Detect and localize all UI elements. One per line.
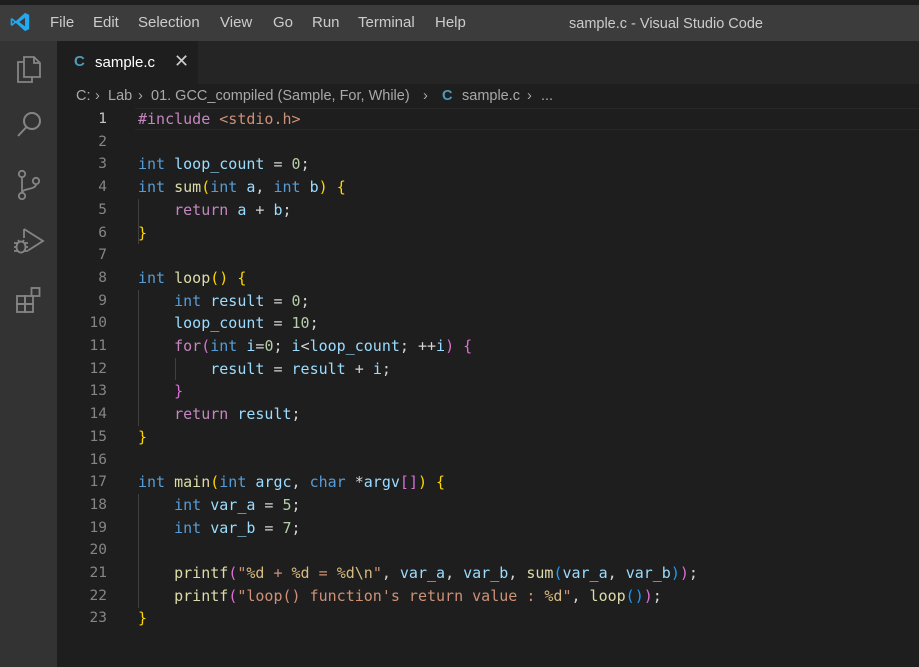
code-line[interactable]: loop_count = 10;	[138, 312, 319, 335]
code-line[interactable]: }	[138, 607, 147, 630]
line-number: 9	[98, 292, 107, 309]
breadcrumb-separator: ›	[138, 88, 143, 104]
line-number: 19	[89, 519, 107, 536]
source-control-icon[interactable]	[0, 160, 57, 210]
menu-help[interactable]: Help	[435, 14, 466, 32]
breadcrumb-drive[interactable]: C:	[76, 84, 91, 108]
indent-guide	[175, 358, 176, 380]
code-line[interactable]: #include <stdio.h>	[138, 108, 301, 131]
code-line[interactable]: return result;	[138, 403, 300, 426]
extensions-icon[interactable]	[0, 275, 57, 325]
window-title: sample.c - Visual Studio Code	[569, 16, 763, 32]
line-number: 1	[98, 111, 107, 127]
line-number: 17	[89, 474, 107, 491]
breadcrumb-separator: ›	[423, 88, 428, 104]
line-number: 3	[98, 156, 107, 173]
line-number: 7	[98, 247, 107, 264]
explorer-icon[interactable]	[0, 44, 57, 94]
breadcrumb: C: › Lab › 01. GCC_compiled (Sample, For…	[57, 84, 919, 108]
breadcrumb-file[interactable]: sample.c	[462, 84, 520, 108]
code-line[interactable]: }	[138, 380, 183, 403]
code-line[interactable]: return a + b;	[138, 199, 291, 222]
code-line[interactable]: int var_b = 7;	[138, 517, 300, 540]
line-number: 22	[89, 587, 107, 604]
code-line[interactable]: int main(int argc, char *argv[]) {	[138, 471, 445, 494]
tab-label: sample.c	[95, 54, 156, 71]
code-line[interactable]: }	[138, 222, 147, 245]
activity-bar	[0, 41, 57, 667]
line-number: 21	[89, 565, 107, 581]
line-number: 4	[98, 179, 107, 196]
indent-guide	[138, 290, 139, 426]
code-line[interactable]: int var_a = 5;	[138, 494, 300, 517]
breadcrumb-lab[interactable]: Lab	[108, 84, 132, 108]
menu-go[interactable]: Go	[273, 14, 293, 32]
menu-file[interactable]: File	[50, 14, 74, 32]
line-number: 12	[89, 360, 107, 377]
title-bar: File Edit Selection View Go Run Terminal…	[0, 0, 919, 41]
line-number: 13	[89, 383, 107, 400]
breadcrumb-separator: ›	[527, 88, 532, 104]
code-line[interactable]: int sum(int a, int b) {	[138, 176, 346, 199]
run-debug-icon[interactable]	[0, 216, 57, 266]
c-file-icon: C	[442, 88, 453, 104]
close-icon[interactable]: ✕	[174, 52, 189, 70]
code-line[interactable]: int loop() {	[138, 267, 246, 290]
indent-guide	[138, 199, 139, 244]
line-number: 15	[89, 428, 107, 445]
breadcrumb-more[interactable]: ...	[541, 84, 553, 108]
line-number: 18	[89, 496, 107, 513]
editor-tabs-bar: C sample.c ✕	[57, 41, 919, 84]
menu-terminal[interactable]: Terminal	[358, 14, 415, 32]
line-number: 23	[89, 610, 107, 627]
title-bar-top-edge	[0, 0, 919, 5]
code-line[interactable]: int result = 0;	[138, 290, 309, 313]
line-number: 2	[98, 133, 107, 150]
line-number: 16	[89, 451, 107, 468]
search-icon[interactable]	[0, 100, 57, 150]
line-number: 20	[89, 542, 107, 559]
code-line[interactable]: printf("%d + %d = %d\n", var_a, var_b, s…	[138, 562, 698, 585]
menu-view[interactable]: View	[220, 14, 252, 32]
line-number: 5	[98, 201, 107, 218]
line-number: 11	[89, 338, 107, 354]
line-number: 8	[98, 269, 107, 286]
breadcrumb-separator: ›	[95, 88, 100, 104]
code-line[interactable]: int loop_count = 0;	[138, 153, 310, 176]
tab-sample-c[interactable]: C sample.c ✕	[57, 41, 198, 84]
indent-guide	[138, 494, 139, 608]
code-line[interactable]: for(int i=0; i<loop_count; ++i) {	[138, 335, 472, 358]
vscode-logo-icon[interactable]	[9, 11, 31, 33]
line-number: 14	[89, 406, 107, 423]
menu-run[interactable]: Run	[312, 14, 340, 32]
menu-edit[interactable]: Edit	[93, 14, 119, 32]
line-number: 10	[89, 315, 107, 332]
code-editor[interactable]: 1 2 3 4 5 6 7 8 9 10 11 12 13 14 15 16 17 18 19 20 21 22 23 #i…	[57, 108, 919, 667]
breadcrumb-folder[interactable]: 01. GCC_compiled (Sample, For, While)	[151, 84, 410, 108]
code-line[interactable]: }	[138, 426, 147, 449]
line-number: 6	[98, 224, 107, 241]
code-line[interactable]: printf("loop() function's return value :…	[138, 585, 662, 608]
menu-selection[interactable]: Selection	[138, 14, 200, 32]
c-file-icon: C	[74, 53, 85, 70]
